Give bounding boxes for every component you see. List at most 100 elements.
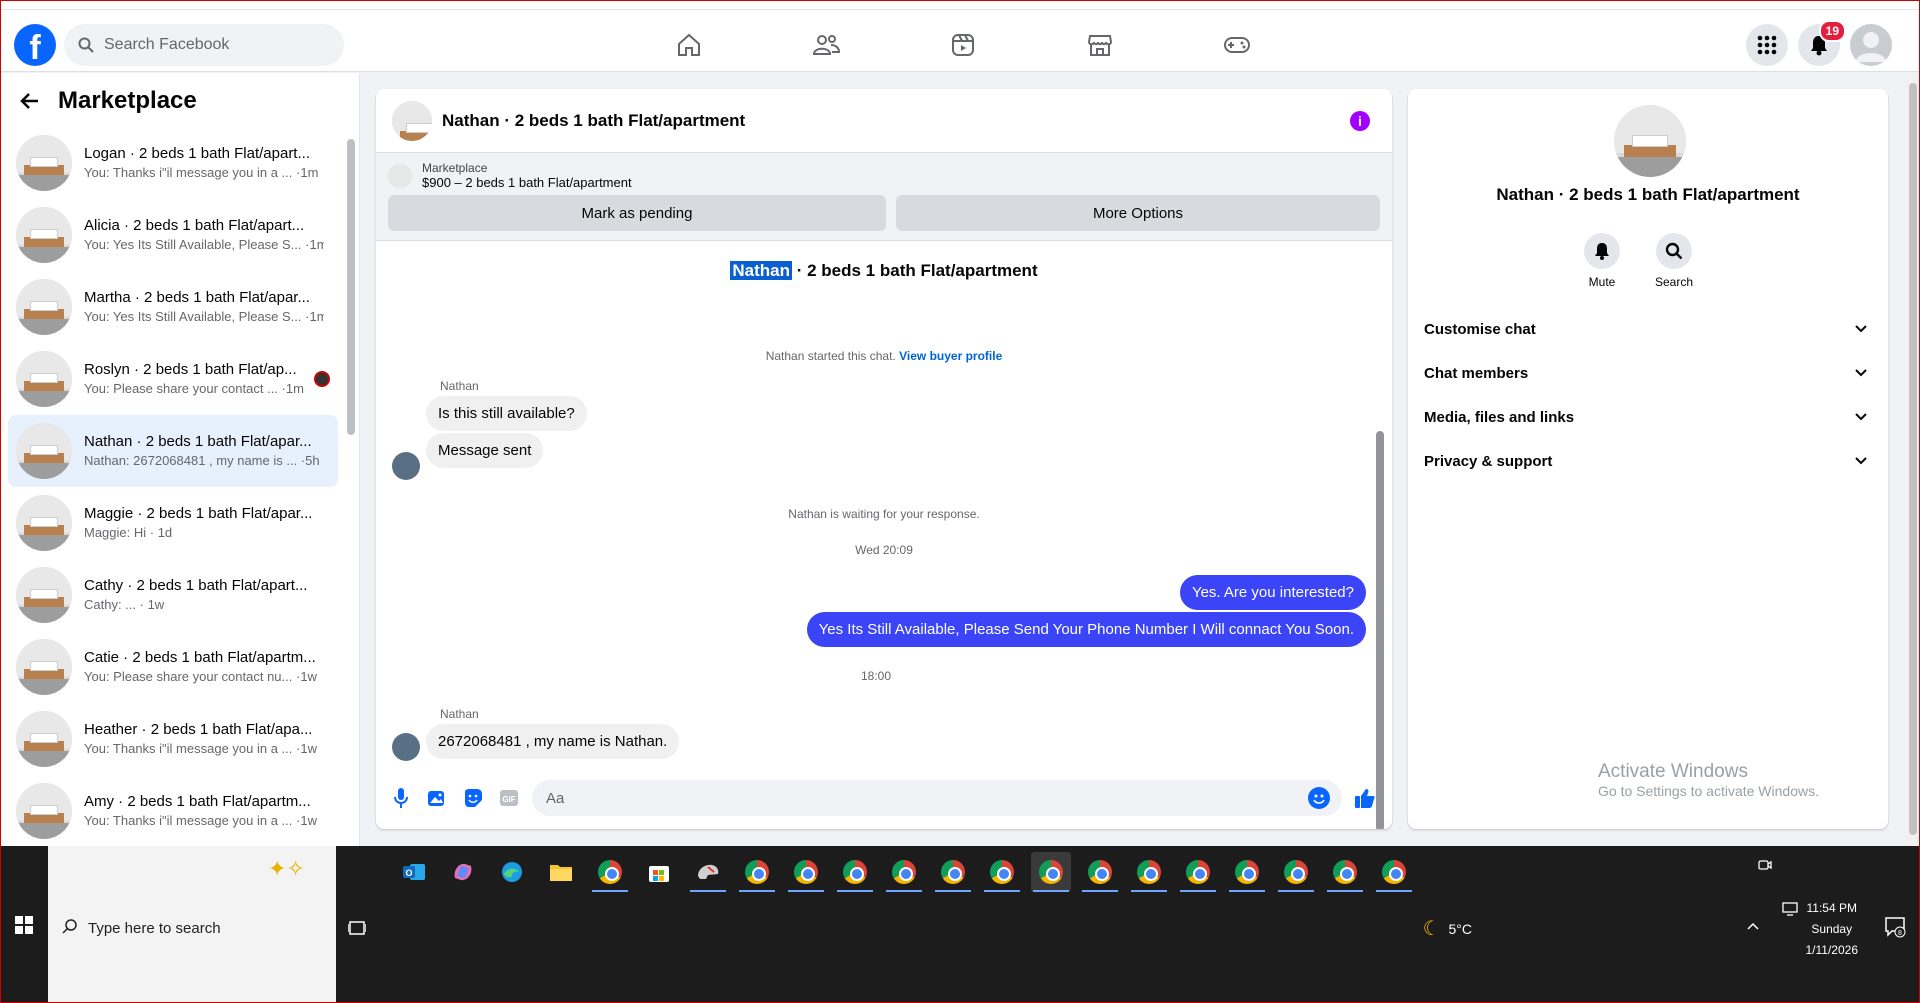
- watch-nav-button[interactable]: [894, 24, 1031, 66]
- like-send-button[interactable]: [1352, 785, 1378, 811]
- incoming-message[interactable]: Is this still available?: [426, 396, 587, 431]
- chat-panel: Nathan · 2 beds 1 bath Flat/apartment i …: [376, 89, 1392, 829]
- moon-icon: ☾: [1422, 918, 1441, 940]
- incoming-message[interactable]: Message sent: [426, 433, 544, 468]
- chrome-profile-app[interactable]: [1374, 852, 1414, 892]
- edge-app[interactable]: [492, 852, 532, 892]
- meet-now-icon[interactable]: [1758, 858, 1772, 877]
- listing-thumbnail: [16, 135, 72, 191]
- mute-label: Mute: [1588, 275, 1616, 289]
- chrome-icon: [1137, 860, 1161, 884]
- conversation-item[interactable]: Heather · 2 beds 1 bath Flat/apa... You: …: [8, 703, 338, 775]
- listing-price[interactable]: $900 – 2 beds 1 bath Flat/apartment: [422, 175, 632, 190]
- chrome-profile-app[interactable]: [933, 852, 973, 892]
- action-center-button[interactable]: 8: [1884, 916, 1906, 943]
- chat-listing-thumbnail[interactable]: [392, 100, 432, 141]
- menu-item-label: Chat members: [1424, 364, 1529, 382]
- mute-button[interactable]: Mute: [1584, 233, 1620, 289]
- chrome-profile-app[interactable]: [835, 852, 875, 892]
- search-in-chat-button[interactable]: Search: [1655, 233, 1693, 289]
- chrome-app[interactable]: [590, 852, 630, 892]
- camera-icon: [1758, 860, 1772, 870]
- copilot-app[interactable]: [443, 852, 483, 892]
- network-icon[interactable]: [1782, 902, 1798, 921]
- notifications-button[interactable]: 19: [1798, 20, 1846, 66]
- incoming-message[interactable]: 2672068481 , my name is Nathan.: [426, 724, 680, 759]
- media-files-links-item[interactable]: Media, files and links: [1424, 395, 1872, 439]
- gif-button[interactable]: GIF: [496, 785, 522, 811]
- menu-button[interactable]: [1746, 24, 1788, 66]
- listing-thumbnail: [16, 423, 72, 479]
- emoji-icon[interactable]: [1308, 787, 1330, 809]
- conversation-item[interactable]: Logan · 2 beds 1 bath Flat/apart... You: …: [8, 127, 338, 199]
- chrome-profile-app[interactable]: [786, 852, 826, 892]
- conversation-item[interactable]: Roslyn · 2 beds 1 bath Flat/ap... You: Pl…: [8, 343, 338, 415]
- privacy-support-item[interactable]: Privacy & support: [1424, 439, 1872, 483]
- task-view-button[interactable]: [347, 920, 367, 941]
- chrome-icon: [1088, 860, 1112, 884]
- search-facebook-input[interactable]: Search Facebook: [64, 24, 344, 66]
- home-nav-button[interactable]: [620, 24, 757, 66]
- message-input[interactable]: Aa: [532, 780, 1342, 816]
- view-buyer-profile-link[interactable]: View buyer profile: [899, 349, 1002, 363]
- clock-time: 11:54 PM: [1806, 901, 1857, 915]
- sidebar-scrollbar[interactable]: [347, 139, 355, 435]
- weather-widget[interactable]: ☾ 5°C: [1423, 916, 1472, 941]
- page-scrollbar[interactable]: [1906, 73, 1920, 846]
- outlook-app[interactable]: O: [394, 852, 434, 892]
- helmet-app[interactable]: [688, 852, 728, 892]
- chrome-profile-app[interactable]: [737, 852, 777, 892]
- sender-avatar[interactable]: [392, 733, 420, 761]
- taskbar-search-box[interactable]: ✦✧ Type here to search: [48, 846, 336, 1003]
- facebook-logo[interactable]: f: [14, 24, 56, 66]
- browser-strip: [0, 0, 1920, 10]
- customise-chat-item[interactable]: Customise chat: [1424, 307, 1872, 351]
- chat-title[interactable]: Nathan · 2 beds 1 bath Flat/apartment: [442, 111, 745, 131]
- voice-clip-button[interactable]: [388, 785, 414, 811]
- show-hidden-icons-button[interactable]: [1746, 918, 1760, 936]
- conversation-item[interactable]: Cathy · 2 beds 1 bath Flat/apart... Cathy…: [8, 559, 338, 631]
- details-listing-thumbnail[interactable]: [1614, 105, 1686, 177]
- store-app[interactable]: [639, 852, 679, 892]
- info-icon[interactable]: i: [1350, 111, 1370, 131]
- start-button[interactable]: [0, 846, 48, 1003]
- taskbar-clock[interactable]: 11:54 PM Sunday 1/11/2026: [1806, 898, 1859, 961]
- sticker-button[interactable]: [460, 785, 486, 811]
- file-explorer-app[interactable]: [541, 852, 581, 892]
- conversation-item-active[interactable]: Nathan · 2 beds 1 bath Flat/apar... Natha…: [8, 415, 338, 487]
- notification-badge: 19: [1818, 20, 1846, 42]
- chrome-icon: [990, 860, 1014, 884]
- chrome-profile-app[interactable]: [1276, 852, 1316, 892]
- clock-day: Sunday: [1811, 922, 1853, 936]
- chrome-profile-app[interactable]: [1227, 852, 1267, 892]
- attach-photo-button[interactable]: [424, 785, 450, 811]
- conversation-item[interactable]: Alicia · 2 beds 1 bath Flat/apart... You:…: [8, 199, 338, 271]
- outgoing-message[interactable]: Yes Its Still Available, Please Send You…: [806, 612, 1366, 647]
- chat-members-item[interactable]: Chat members: [1424, 351, 1872, 395]
- chrome-profile-app-active[interactable]: [1031, 852, 1071, 892]
- mark-as-pending-button[interactable]: Mark as pending: [388, 195, 886, 231]
- back-arrow-icon[interactable]: [20, 91, 40, 111]
- chrome-profile-app[interactable]: [1178, 852, 1218, 892]
- conversation-preview: Cathy: ... · 1w: [84, 597, 165, 612]
- conversation-item[interactable]: Maggie · 2 beds 1 bath Flat/apar... Maggi…: [8, 487, 338, 559]
- sender-avatar[interactable]: [392, 452, 420, 480]
- chevron-down-icon: [1855, 369, 1867, 377]
- more-options-button[interactable]: More Options: [896, 195, 1380, 231]
- search-placeholder: Search Facebook: [104, 36, 230, 53]
- chrome-profile-app[interactable]: [1129, 852, 1169, 892]
- marketplace-nav-button[interactable]: [1031, 24, 1168, 66]
- friends-nav-button[interactable]: [757, 24, 894, 66]
- chevron-down-icon: [1855, 457, 1867, 465]
- account-avatar[interactable]: [1850, 24, 1892, 66]
- conversation-item[interactable]: Martha · 2 beds 1 bath Flat/apar... You: …: [8, 271, 338, 343]
- outgoing-message[interactable]: Yes. Are you interested?: [1179, 575, 1366, 610]
- chrome-profile-app[interactable]: [884, 852, 924, 892]
- page-scrollbar-thumb[interactable]: [1909, 83, 1917, 835]
- chrome-profile-app[interactable]: [982, 852, 1022, 892]
- chrome-profile-app[interactable]: [1080, 852, 1120, 892]
- conversation-item[interactable]: Catie · 2 beds 1 bath Flat/apartm... You:…: [8, 631, 338, 703]
- gaming-nav-button[interactable]: [1168, 24, 1305, 66]
- conversation-item[interactable]: Amy · 2 beds 1 bath Flat/apartm... You: T…: [8, 775, 338, 847]
- chrome-profile-app[interactable]: [1325, 852, 1365, 892]
